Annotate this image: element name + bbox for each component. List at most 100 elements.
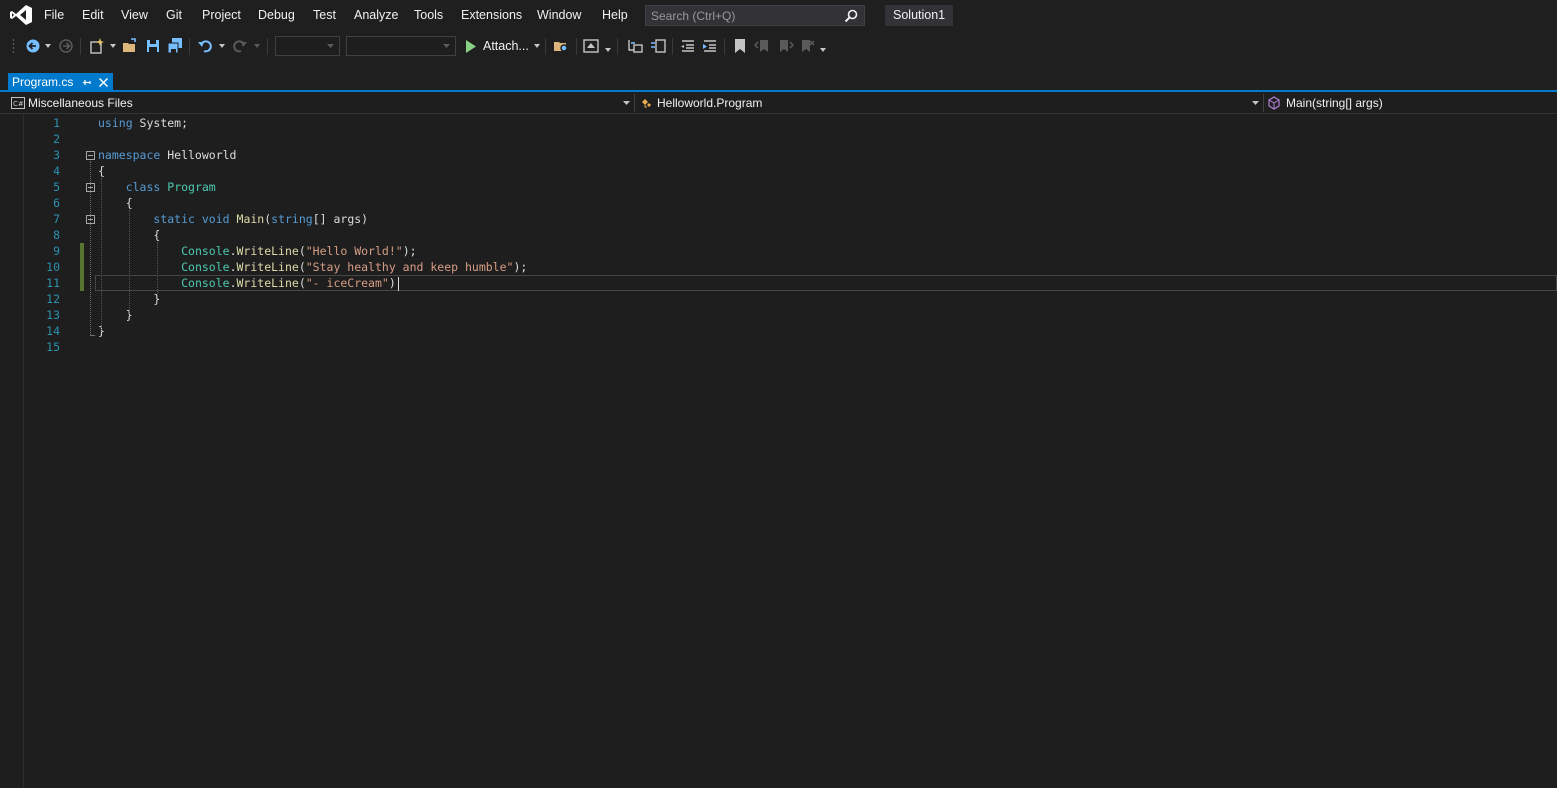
forward-button[interactable] xyxy=(57,37,75,55)
save-icon xyxy=(147,40,159,52)
back-button[interactable] xyxy=(24,37,42,55)
code-token: ( xyxy=(298,260,306,274)
code-token: } xyxy=(98,308,133,322)
menu-analyze[interactable]: Analyze xyxy=(354,0,398,31)
new-project-button[interactable] xyxy=(88,37,106,55)
line-number: 6 xyxy=(53,196,60,210)
menu-git[interactable]: Git xyxy=(166,0,182,31)
previous-bookmark-button[interactable] xyxy=(754,37,772,55)
solution-name: Solution1 xyxy=(885,5,954,26)
indent-button[interactable] xyxy=(701,37,719,55)
menu-extensions[interactable]: Extensions xyxy=(461,0,522,31)
toolbar-separator xyxy=(80,38,81,55)
solution-configurations-combo[interactable] xyxy=(275,36,340,56)
toolbar-separator xyxy=(545,38,546,55)
close-icon[interactable] xyxy=(98,77,109,88)
code-line[interactable]: static void Main(string[] args) xyxy=(98,211,368,227)
code-token: string xyxy=(271,212,313,226)
menu-project[interactable]: Project xyxy=(202,0,241,31)
code-line[interactable]: { xyxy=(98,195,133,211)
back-dropdown-icon[interactable] xyxy=(45,44,51,48)
menu-tools[interactable]: Tools xyxy=(414,0,443,31)
solution-explorer-button[interactable] xyxy=(582,37,600,55)
chevron-down-icon xyxy=(1252,101,1259,105)
code-token: Helloworld xyxy=(160,148,237,162)
toolbar-grip-icon[interactable] xyxy=(12,38,17,55)
line-number: 12 xyxy=(46,292,60,306)
code-token: [] args) xyxy=(312,212,369,226)
csharp-file-icon: C# xyxy=(11,97,25,109)
search-box[interactable] xyxy=(645,5,865,26)
clear-bookmarks-button[interactable] xyxy=(798,37,816,55)
visual-studio-logo-icon[interactable] xyxy=(9,4,33,26)
previous-bookmark-icon xyxy=(754,40,768,52)
solution-explorer-dropdown-icon[interactable] xyxy=(605,48,611,52)
toolbar-separator xyxy=(576,38,577,55)
menu-debug[interactable]: Debug xyxy=(258,0,295,31)
step-into-icon xyxy=(628,40,643,53)
find-in-files-button[interactable] xyxy=(552,37,570,55)
outdent-button[interactable] xyxy=(679,37,697,55)
type-dropdown[interactable]: Helloworld.Program xyxy=(637,93,1262,113)
menu-window[interactable]: Window xyxy=(537,0,581,31)
menu-test[interactable]: Test xyxy=(313,0,336,31)
code-token: Console xyxy=(181,244,230,258)
type-name: Helloworld.Program xyxy=(657,96,763,110)
member-dropdown[interactable]: Main(string[] args) xyxy=(1266,93,1557,113)
undo-button[interactable] xyxy=(196,37,214,55)
indent-icon xyxy=(703,40,716,52)
code-line[interactable]: Console.WriteLine("Stay healthy and keep… xyxy=(98,259,527,275)
open-folder-icon xyxy=(123,38,136,52)
line-number: 3 xyxy=(53,148,60,162)
menu-edit[interactable]: Edit xyxy=(82,0,104,31)
code-token: ( xyxy=(298,244,306,258)
step-over-button[interactable] xyxy=(649,37,667,55)
code-line[interactable]: using System; xyxy=(98,115,188,131)
code-line[interactable]: } xyxy=(98,307,133,323)
code-line[interactable]: { xyxy=(98,163,105,179)
toggle-bookmark-button[interactable] xyxy=(731,37,749,55)
code-line[interactable]: class Program xyxy=(98,179,216,195)
code-token: . xyxy=(229,260,237,274)
toolbar-overflow-icon[interactable] xyxy=(820,48,826,52)
menu-view[interactable]: View xyxy=(121,0,148,31)
code-editor[interactable]: 1 2 3 4 5 6 7 8 9 10 11 12 13 14 15 using System; names… xyxy=(0,114,1557,788)
code-token: ); xyxy=(513,260,528,274)
solution-platforms-combo[interactable] xyxy=(346,36,456,56)
menu-file[interactable]: File xyxy=(44,0,64,31)
attach-dropdown-icon[interactable] xyxy=(534,44,540,48)
undo-dropdown-icon[interactable] xyxy=(219,44,225,48)
new-dropdown-icon[interactable] xyxy=(110,44,116,48)
redo-dropdown-icon[interactable] xyxy=(254,44,260,48)
project-dropdown[interactable]: C# Miscellaneous Files xyxy=(8,93,633,113)
save-button[interactable] xyxy=(144,37,162,55)
redo-button[interactable] xyxy=(231,37,249,55)
indicator-margin[interactable] xyxy=(0,114,24,788)
current-line-highlight xyxy=(95,275,1557,291)
save-all-button[interactable] xyxy=(166,37,184,55)
menu-help[interactable]: Help xyxy=(602,0,628,31)
outline-line xyxy=(90,161,91,335)
code-token: WriteLine xyxy=(236,244,299,258)
pin-icon[interactable] xyxy=(82,78,92,88)
search-input[interactable] xyxy=(651,6,841,25)
line-number: 10 xyxy=(46,260,60,274)
collapse-namespace-icon[interactable] xyxy=(86,151,95,160)
open-file-button[interactable] xyxy=(121,37,139,55)
step-into-button[interactable] xyxy=(626,37,644,55)
search-icon[interactable] xyxy=(844,9,858,23)
next-bookmark-button[interactable] xyxy=(776,37,794,55)
code-token: class xyxy=(125,180,161,194)
bookmark-icon xyxy=(735,39,745,53)
chevron-down-icon xyxy=(327,44,334,48)
code-token: . xyxy=(229,244,237,258)
code-token: { xyxy=(98,164,105,178)
tab-label: Program.cs xyxy=(12,75,74,89)
member-name: Main(string[] args) xyxy=(1286,96,1383,110)
code-line[interactable]: namespace Helloworld xyxy=(98,147,236,163)
new-project-icon xyxy=(90,38,104,54)
code-token: namespace xyxy=(98,148,161,162)
code-line[interactable]: Console.WriteLine("Hello World!"); xyxy=(98,243,416,259)
